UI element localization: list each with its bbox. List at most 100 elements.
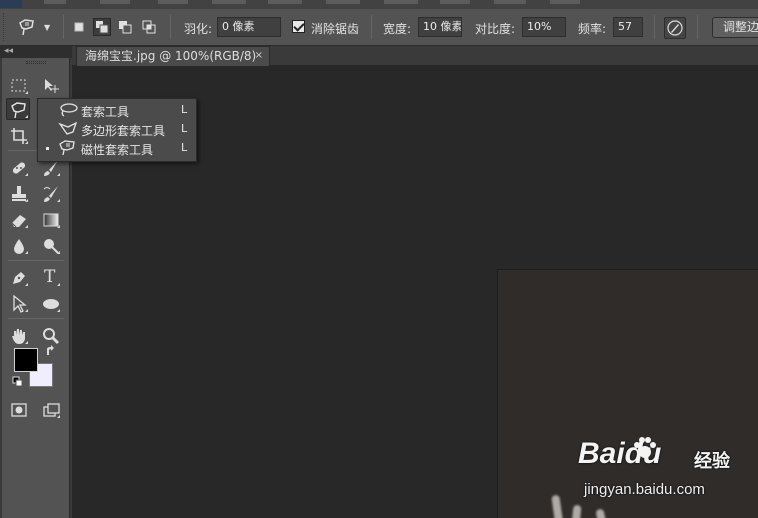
toolbar-grip[interactable] xyxy=(26,61,46,64)
document-tab-bar: 海绵宝宝.jpg @ 100%(RGB/8) × xyxy=(72,46,758,66)
close-icon[interactable]: × xyxy=(255,47,263,65)
refine-edge-button[interactable]: 调整边缘... xyxy=(712,17,758,38)
width-label: 宽度: xyxy=(383,22,412,36)
menu-item-type[interactable] xyxy=(268,0,302,4)
intersect-selection-button[interactable] xyxy=(140,18,158,36)
document-tab[interactable]: 海绵宝宝.jpg @ 100%(RGB/8) × xyxy=(76,46,270,66)
healing-brush-tool[interactable] xyxy=(6,156,30,178)
tool-group-indicator xyxy=(25,199,28,202)
antialias-checkbox[interactable] xyxy=(292,20,305,33)
menu-item-shortcut: L xyxy=(181,103,188,116)
options-bar-grip[interactable] xyxy=(3,13,7,41)
menu-item-view[interactable] xyxy=(494,0,526,4)
antialias-label: 消除锯齿 xyxy=(311,22,360,36)
tool-preset-picker[interactable]: ▼ xyxy=(16,16,58,38)
tool-group-indicator xyxy=(57,251,60,254)
menu-item-file[interactable] xyxy=(44,0,66,4)
tool-group-indicator xyxy=(25,141,28,144)
divider xyxy=(8,260,64,261)
image-content xyxy=(570,504,582,518)
feather-label: 羽化: xyxy=(184,22,213,36)
menu-item-layer[interactable] xyxy=(212,0,246,4)
divider xyxy=(371,15,372,39)
quick-mask-icon xyxy=(11,403,27,417)
menu-item-window[interactable] xyxy=(550,0,580,4)
selected-indicator xyxy=(46,147,49,150)
menu-item-shortcut: L xyxy=(181,141,188,154)
image-content xyxy=(551,494,565,518)
zoom-tool[interactable] xyxy=(38,324,62,346)
tool-group-indicator xyxy=(25,341,28,344)
tool-group-indicator xyxy=(25,283,28,286)
menu-item-label: 多边形套索工具 xyxy=(81,124,166,138)
path-selection-tool[interactable] xyxy=(6,292,30,314)
menu-item-lasso-tool[interactable]: 套索工具 L xyxy=(38,101,196,120)
new-selection-button[interactable] xyxy=(70,18,88,36)
menu-item-select[interactable] xyxy=(326,0,360,4)
dodge-tool[interactable] xyxy=(38,234,62,256)
shape-tool[interactable] xyxy=(38,292,62,314)
menu-item-shortcut: L xyxy=(181,122,188,135)
type-icon: T xyxy=(44,267,56,287)
magnetic-lasso-icon xyxy=(59,140,75,156)
menu-item-edit[interactable] xyxy=(100,0,130,4)
quick-mask-button[interactable] xyxy=(6,398,30,420)
tool-group-indicator xyxy=(57,225,60,228)
tool-group-indicator xyxy=(25,225,28,228)
crop-tool[interactable] xyxy=(6,124,30,146)
menu-item-3d[interactable] xyxy=(440,0,470,4)
menu-item-filter[interactable] xyxy=(384,0,418,4)
menu-item-image[interactable] xyxy=(158,0,188,4)
divider xyxy=(170,15,171,39)
add-to-selection-button[interactable] xyxy=(93,18,111,36)
zoom-icon xyxy=(43,328,60,345)
subtract-from-selection-button[interactable] xyxy=(116,18,134,36)
tool-group-indicator xyxy=(25,309,28,312)
paw-logo-icon xyxy=(634,437,656,458)
divider xyxy=(8,318,64,319)
tool-group-indicator xyxy=(25,251,28,254)
hand-tool[interactable] xyxy=(6,324,30,346)
add-to-selection-icon xyxy=(96,21,109,34)
foreground-color-swatch[interactable] xyxy=(14,348,38,372)
divider xyxy=(654,15,655,39)
default-colors-icon[interactable] xyxy=(12,376,24,388)
eraser-tool[interactable] xyxy=(6,208,30,230)
type-tool[interactable]: T xyxy=(38,266,62,288)
tool-group-indicator xyxy=(25,115,28,118)
subtract-from-selection-icon xyxy=(119,21,132,34)
marquee-tool[interactable] xyxy=(6,74,30,96)
tool-group-indicator xyxy=(25,173,28,176)
frequency-input[interactable]: 57 xyxy=(613,17,643,37)
clone-stamp-tool[interactable] xyxy=(6,182,30,204)
tool-group-indicator xyxy=(57,283,60,286)
menu-item-polygonal-lasso-tool[interactable]: 多边形套索工具 L xyxy=(38,120,196,139)
intersect-selection-icon xyxy=(142,20,156,34)
chevron-down-icon: ▼ xyxy=(44,22,51,32)
lasso-tool-flyout-menu: 套索工具 L 多边形套索工具 L 磁性套索工具 L xyxy=(37,98,197,162)
move-tool[interactable] xyxy=(38,74,62,96)
feather-input[interactable]: 0 像素 xyxy=(217,17,281,37)
tool-group-indicator xyxy=(57,309,60,312)
move-icon xyxy=(45,79,59,93)
lasso-icon xyxy=(60,103,78,117)
photoshop-logo xyxy=(0,0,22,8)
collapse-panel-button[interactable]: ◂◂ xyxy=(0,46,72,58)
document-tab-title: 海绵宝宝.jpg @ 100%(RGB/8) xyxy=(85,49,257,63)
gradient-tool[interactable] xyxy=(38,208,62,230)
contrast-label: 对比度: xyxy=(475,22,516,36)
history-brush-tool[interactable] xyxy=(38,182,62,204)
blur-tool[interactable] xyxy=(6,234,30,256)
contrast-input[interactable]: 10% xyxy=(522,17,566,37)
menu-item-magnetic-lasso-tool[interactable]: 磁性套索工具 L xyxy=(38,139,196,158)
magnetic-lasso-icon xyxy=(19,19,34,36)
width-input[interactable]: 10 像素 xyxy=(418,17,462,37)
tool-group-indicator xyxy=(57,199,60,202)
lasso-tool[interactable] xyxy=(6,98,30,120)
frequency-label: 频率: xyxy=(578,22,607,36)
screen-mode-button[interactable] xyxy=(38,398,62,420)
swap-colors-icon[interactable] xyxy=(45,345,57,357)
pen-tool[interactable] xyxy=(6,266,30,288)
divider xyxy=(697,15,698,39)
tablet-pressure-button[interactable] xyxy=(664,17,686,39)
